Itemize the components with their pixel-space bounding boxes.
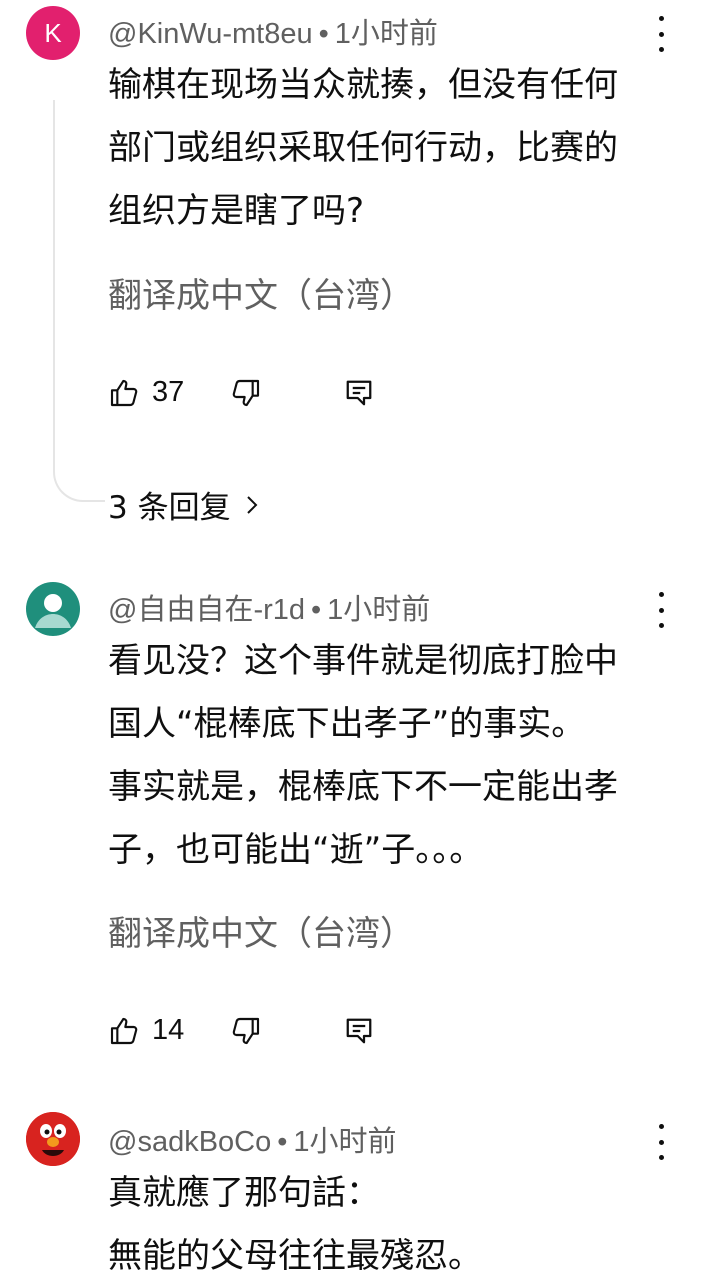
comment-text: 看见没？这个事件就是彻底打脸中 国人“棍棒底下出孝子”的事实。 事实就是，棍棒底… xyxy=(108,630,668,882)
avatar-letter: K xyxy=(44,17,62,48)
comment-text: 输棋在现场当众就揍，但没有任何 部门或组织采取任何行动，比赛的 组织方是瞎了吗? xyxy=(108,54,668,243)
thread-line xyxy=(53,100,105,502)
comment-text: 真就應了那句話： 無能的父母往往最殘忍。 xyxy=(108,1162,668,1288)
avatar[interactable]: K xyxy=(26,6,80,60)
translate-link[interactable]: 翻译成中文（台湾） xyxy=(108,906,414,955)
comment-line: 事实就是，棍棒底下不一定能出孝 xyxy=(108,767,618,807)
timestamp[interactable]: 1小时前 xyxy=(335,18,438,50)
comment-line: 真就應了那句話： xyxy=(108,1173,380,1213)
comment-line: 国人“棍棒底下出孝子”的事实。 xyxy=(108,704,586,744)
like-count: 37 xyxy=(152,376,185,408)
reply-comment-icon[interactable] xyxy=(344,1015,374,1047)
separator-dot: • xyxy=(311,594,322,626)
comment-line: 子，也可能出“逝”子。。。 xyxy=(108,830,484,870)
like-count: 14 xyxy=(152,1014,185,1046)
author-name[interactable]: @自由自在-r1d xyxy=(108,594,305,626)
timestamp[interactable]: 1小时前 xyxy=(293,1126,396,1158)
thumbs-up-icon[interactable] xyxy=(108,1015,140,1047)
comment-meta: @sadkBoCo • 1小时前 xyxy=(108,1118,397,1160)
chevron-right-icon xyxy=(245,493,259,517)
comment-line: 组织方是瞎了吗? xyxy=(108,191,365,231)
more-vertical-icon[interactable] xyxy=(649,16,673,52)
action-bar: 37 xyxy=(108,376,374,409)
separator-dot: • xyxy=(277,1126,288,1158)
comment-meta: @KinWu-mt8eu • 1小时前 xyxy=(108,10,438,52)
more-vertical-icon[interactable] xyxy=(649,1124,673,1160)
comment-meta: @自由自在-r1d • 1小时前 xyxy=(108,586,430,628)
comment-line: 部门或组织采取任何行动，比赛的 xyxy=(108,128,618,168)
comment-line: 输棋在现场当众就揍，但没有任何 xyxy=(108,65,618,105)
translate-link[interactable]: 翻译成中文（台湾） xyxy=(108,268,414,317)
replies-label: 3 条回复 xyxy=(108,490,231,526)
more-vertical-icon[interactable] xyxy=(649,592,673,628)
avatar[interactable] xyxy=(26,1112,80,1166)
timestamp[interactable]: 1小时前 xyxy=(327,594,430,626)
avatar[interactable] xyxy=(26,582,80,636)
thumbs-down-icon[interactable] xyxy=(230,377,262,409)
thumbs-up-icon[interactable] xyxy=(108,377,140,409)
comment-line: 看见没？这个事件就是彻底打脸中 xyxy=(108,641,618,681)
reply-comment-icon[interactable] xyxy=(344,377,374,409)
comment-line: 無能的父母往往最殘忍。 xyxy=(108,1236,482,1276)
separator-dot: • xyxy=(318,18,329,50)
action-bar: 14 xyxy=(108,1014,374,1047)
thumbs-down-icon[interactable] xyxy=(230,1015,262,1047)
author-name[interactable]: @KinWu-mt8eu xyxy=(108,18,313,50)
author-name[interactable]: @sadkBoCo xyxy=(108,1126,271,1158)
view-replies-button[interactable]: 3 条回复 xyxy=(108,482,259,527)
